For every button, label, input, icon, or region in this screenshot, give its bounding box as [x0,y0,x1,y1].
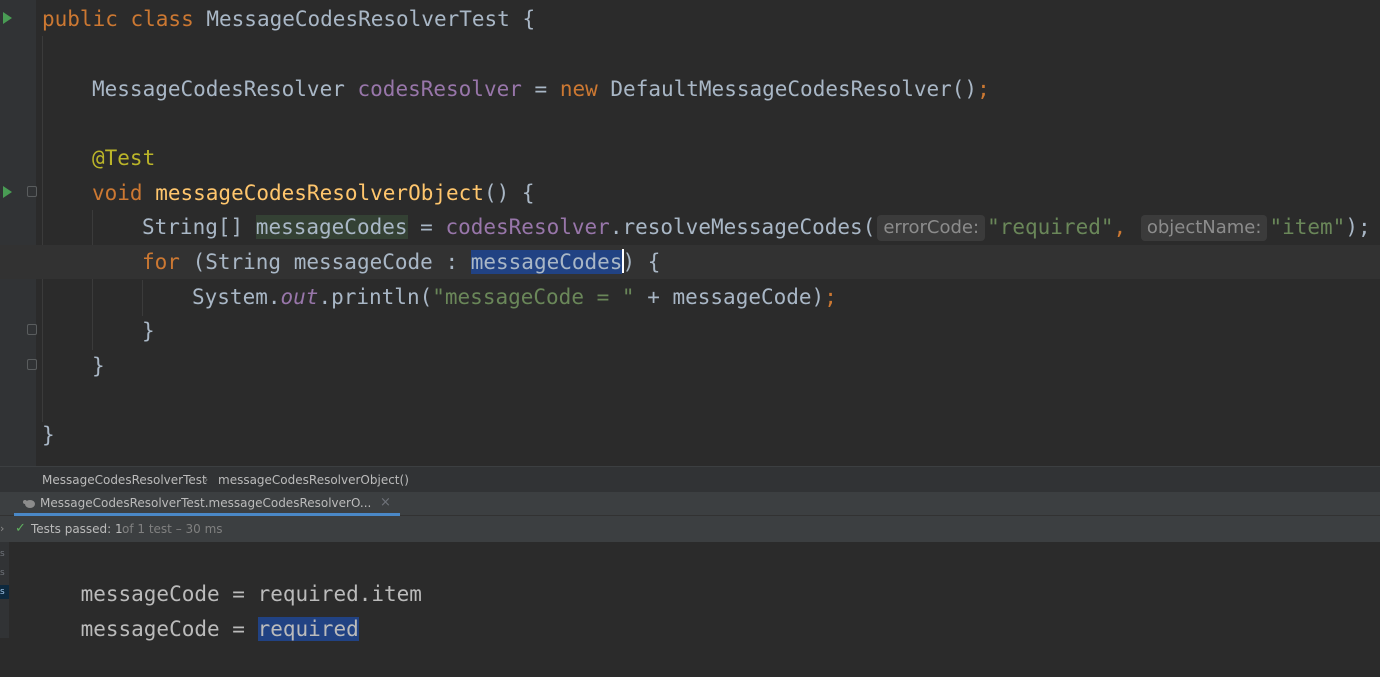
console-toolbar-button-active[interactable]: s [0,585,9,599]
breadcrumb-item-method[interactable]: messageCodesResolverObject() [218,467,409,493]
code-line-current[interactable]: for (String messageCode : messageCodes) … [0,245,1380,279]
code-line[interactable]: public class MessageCodesResolverTest { [0,2,1380,36]
test-run-icon [23,500,35,508]
console-prefix: messageCode = [80,617,258,641]
console-value-selected: required [257,617,359,641]
code-text: for (String messageCode : messageCodes) … [142,245,660,279]
code-token: new [559,77,611,101]
code-line[interactable]: MessageCodesResolver codesResolver = new… [0,72,1380,106]
console-toolbar-button[interactable]: s [0,547,9,561]
code-token: "required" [987,215,1114,239]
code-line[interactable]: @Test [0,141,1380,175]
code-editor[interactable]: public class MessageCodesResolverTest { … [0,0,1380,466]
console-toolbar: s s s [0,542,9,638]
code-token: String[] [142,215,256,239]
code-token: System. [192,285,281,309]
breadcrumb-item-class[interactable]: MessageCodesResolverTest [42,467,207,493]
code-token: @Test [92,146,156,170]
code-text: } [42,418,55,452]
code-text: } [92,349,105,383]
code-token: void [92,181,156,205]
run-tab-label: MessageCodesResolverTest.messageCodesRes… [40,496,372,510]
code-token: ) { [622,250,661,274]
code-token: ; [977,77,990,101]
code-token: messageCodes [470,250,623,274]
expand-icon[interactable]: › [0,516,4,542]
code-token: .println( [318,285,433,309]
tests-passed-label: Tests passed: 1 [31,522,123,536]
code-token: for [142,250,193,274]
code-text: @Test [92,141,155,175]
code-token: () { [483,181,535,205]
code-token: codesResolver [445,215,610,239]
code-token: , [1113,215,1139,239]
code-line[interactable]: void messageCodesResolverObject() { [0,176,1380,210]
check-icon: ✓ [15,521,26,536]
code-token: out [280,285,319,309]
code-token: (String messageCode : [192,250,471,274]
code-token: } [92,354,105,378]
breadcrumb: MessageCodesResolverTest › messageCodesR… [0,466,1380,492]
code-token: = [407,215,446,239]
code-text: public class MessageCodesResolverTest { [42,2,535,36]
code-token: } [142,319,155,343]
run-tab-bar: MessageCodesResolverTest.messageCodesRes… [0,492,1380,516]
code-line[interactable]: } [0,418,1380,452]
code-token: + messageCode) [634,285,825,309]
breadcrumb-separator: › [204,473,209,486]
code-token: "item" [1269,215,1346,239]
code-token: messageCodes [255,215,408,239]
code-text: } [142,314,155,348]
code-text: System.out.println("messageCode = " + me… [192,280,837,314]
code-line[interactable]: String[] messageCodes = codesResolver.re… [0,210,1380,244]
code-token: DefaultMessageCodesResolver() [610,77,978,101]
code-token: "messageCode = " [432,285,635,309]
code-token: = [521,77,560,101]
close-icon[interactable]: × [380,492,391,514]
code-line[interactable]: } [0,314,1380,348]
code-text: void messageCodesResolverObject() { [92,176,535,210]
run-tab[interactable]: MessageCodesResolverTest.messageCodesRes… [14,492,400,516]
code-token: ; [824,285,837,309]
code-line[interactable]: System.out.println("messageCode = " + me… [0,280,1380,314]
code-token: public class [42,7,207,31]
console-toolbar-button[interactable]: s [0,566,9,580]
code-text: String[] messageCodes = codesResolver.re… [142,210,1371,244]
code-text: MessageCodesResolver codesResolver = new… [92,72,990,106]
console-output-line[interactable]: messageCode = required [30,581,359,641]
code-token: codesResolver [357,77,522,101]
tests-summary-label: of 1 test – 30 ms [122,522,223,536]
code-token: MessageCodesResolver [92,77,358,101]
code-token: MessageCodesResolverTest { [206,7,536,31]
code-token: .resolveMessageCodes( [609,215,876,239]
run-tool-window: MessageCodesResolverTest.messageCodesRes… [0,492,1380,641]
code-line[interactable]: } [0,349,1380,383]
parameter-hint: objectName: [1140,215,1268,241]
code-token: } [42,423,55,447]
console-output-line[interactable]: messageCode = required.item [30,546,422,606]
code-token: messageCodesResolverObject [155,181,484,205]
parameter-hint: errorCode: [877,215,986,241]
test-status-bar: › ✓ Tests passed: 1 of 1 test – 30 ms [0,516,1380,542]
code-token: ); [1345,215,1371,239]
